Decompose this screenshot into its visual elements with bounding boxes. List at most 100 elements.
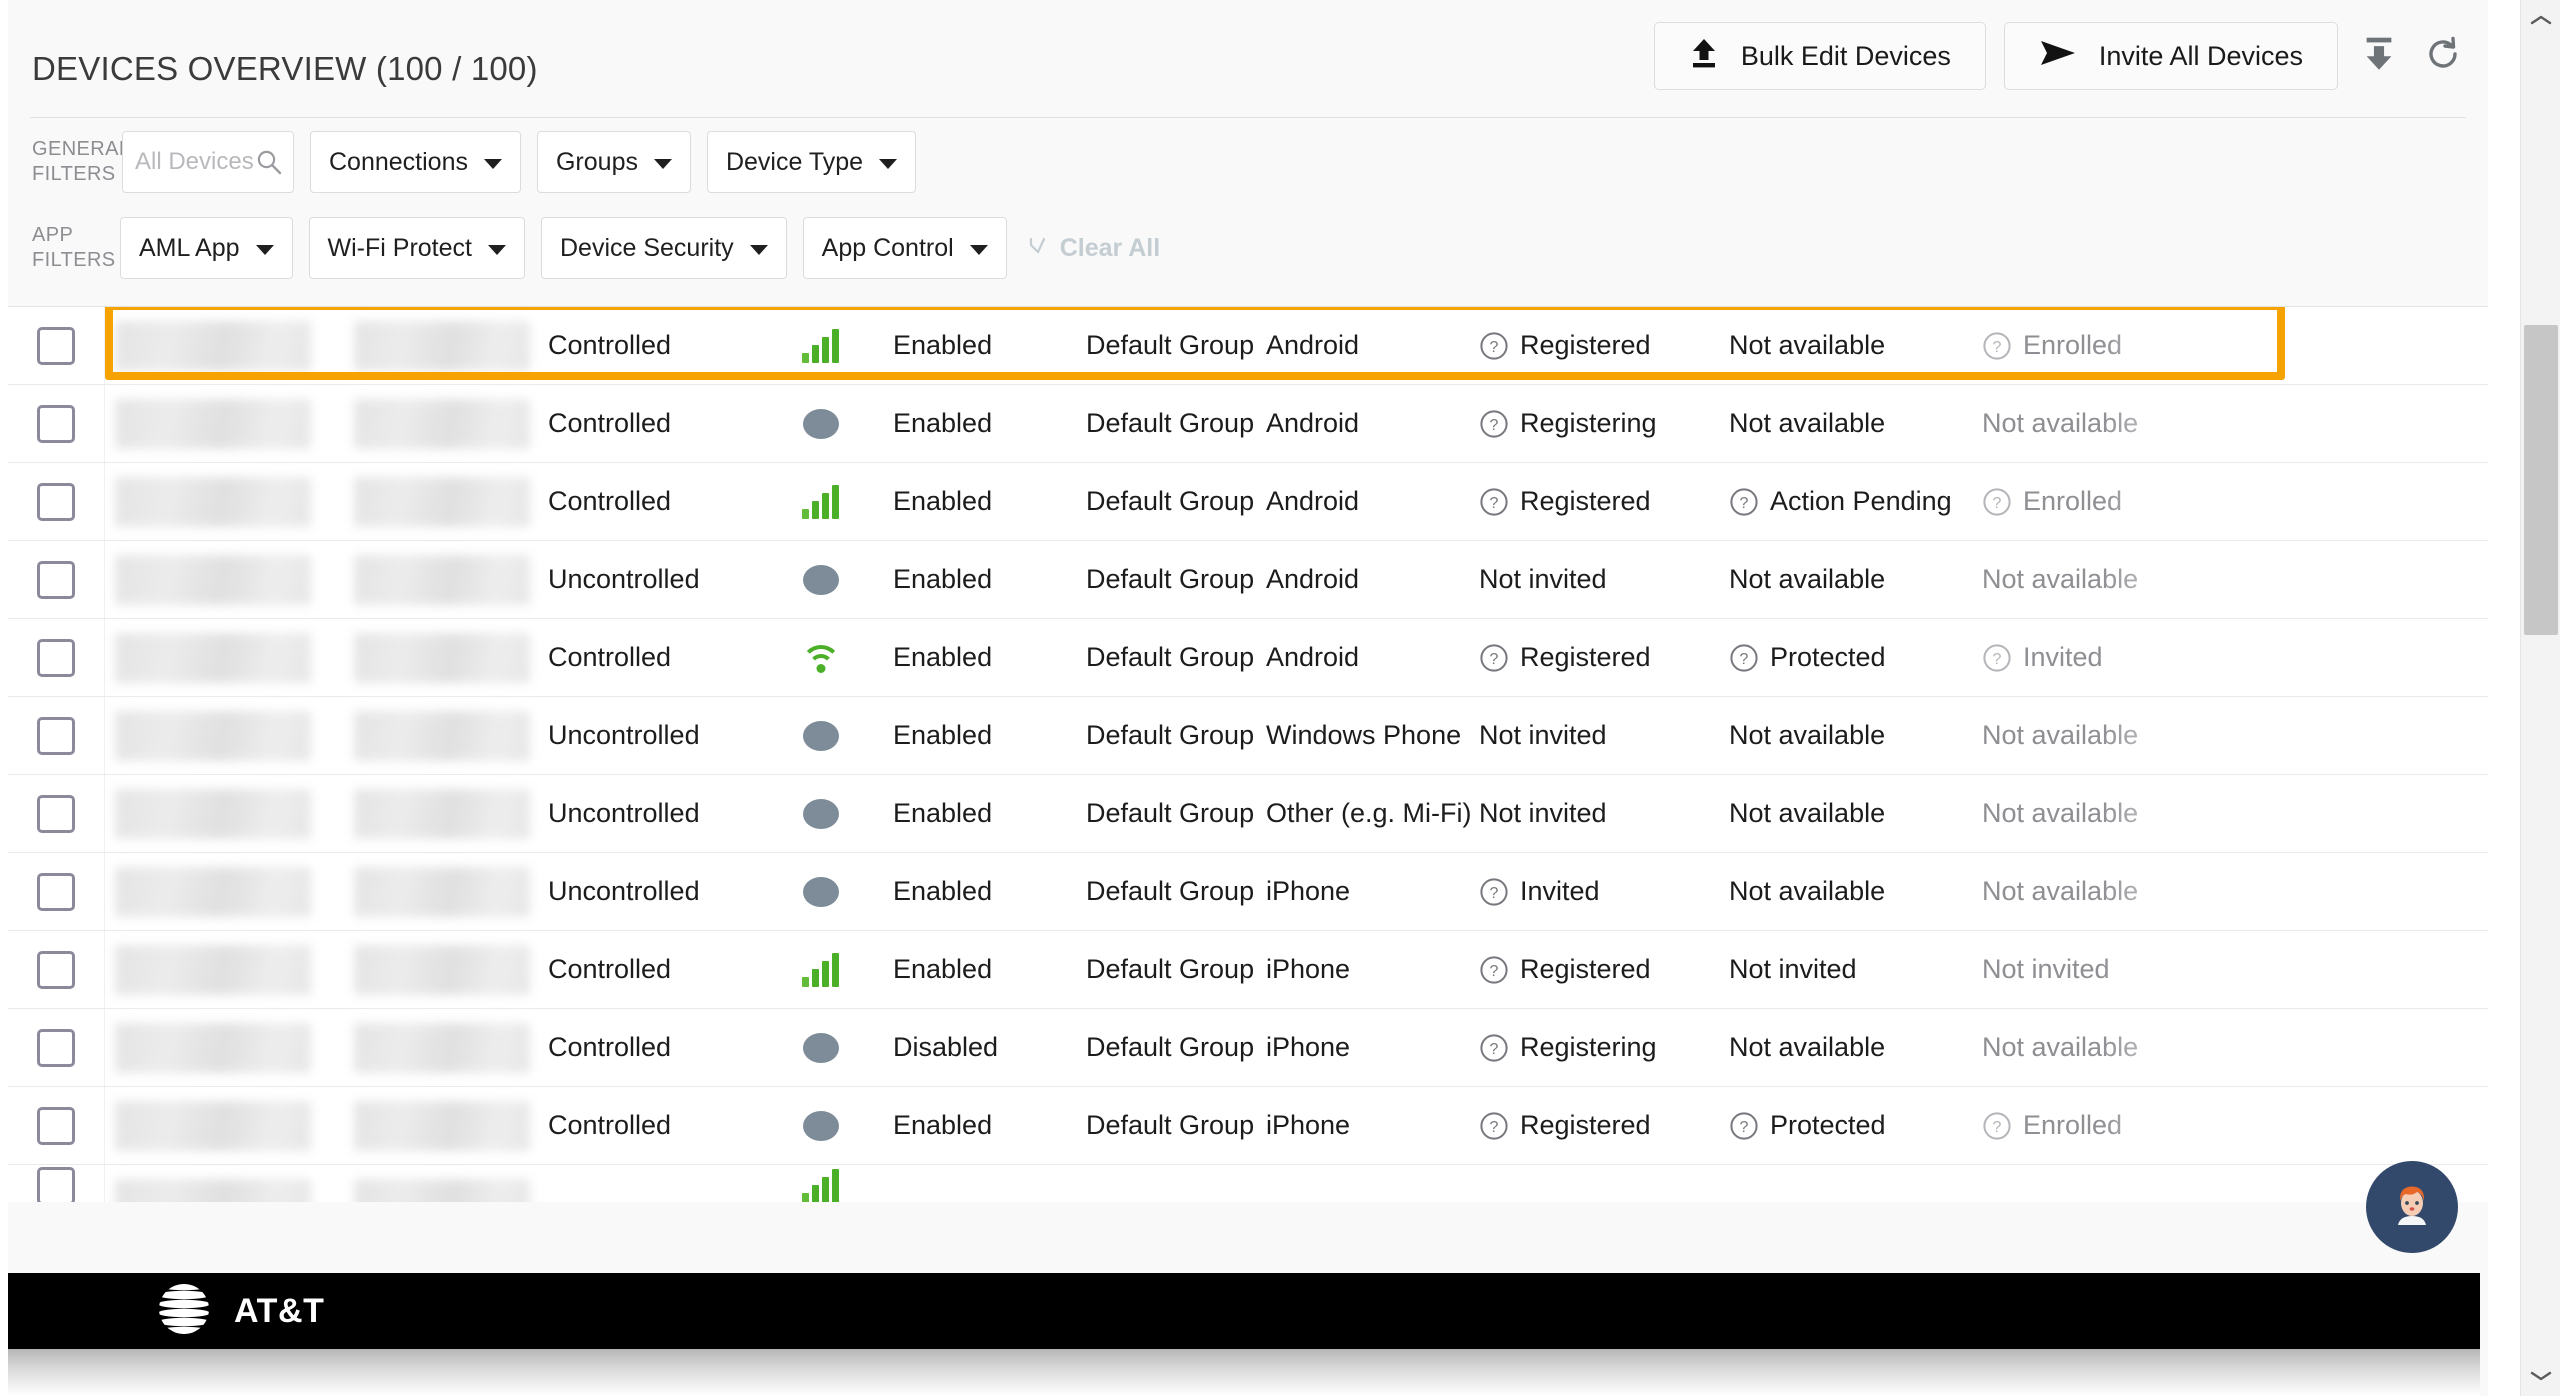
search-input[interactable] <box>135 148 263 176</box>
help-circle-icon[interactable]: ? <box>1982 1111 2012 1141</box>
invite-all-devices-button[interactable]: Invite All Devices <box>2003 22 2338 90</box>
table-row[interactable]: Controlled Enabled Default Group Android ? Re… <box>8 463 2488 541</box>
table-row[interactable]: Controlled Enabled Default Group iPhone ? Reg… <box>8 1087 2488 1165</box>
help-circle-icon[interactable]: ? <box>1479 1033 1509 1063</box>
app-control-cell: Enabled <box>893 642 1086 673</box>
bulk-edit-devices-button[interactable]: Bulk Edit Devices <box>1653 22 1986 90</box>
row-select-cell <box>8 1087 105 1164</box>
protection-status-value: Not available <box>1729 876 1886 906</box>
device-name-cell <box>105 1009 350 1086</box>
scroll-down-button[interactable] <box>2521 1356 2560 1396</box>
device-security-dropdown[interactable]: Device Security <box>540 217 787 279</box>
redacted-device-name <box>115 321 311 371</box>
help-circle-icon[interactable]: ? <box>1479 331 1509 361</box>
row-checkbox[interactable] <box>37 950 75 989</box>
app-filters-row: APP FILTERS AML App Wi-Fi Protect Device… <box>8 206 2488 290</box>
table-row[interactable]: Controlled Enabled Default Group Android ? Re… <box>8 385 2488 463</box>
offline-dot-icon <box>802 1110 839 1141</box>
app-control-dropdown[interactable]: App Control <box>802 217 1007 279</box>
svg-text:?: ? <box>1993 1119 2002 1136</box>
row-checkbox[interactable] <box>37 872 75 911</box>
help-circle-icon[interactable]: ? <box>1982 487 2012 517</box>
table-row[interactable] <box>8 1165 2488 1202</box>
table-row[interactable]: Uncontrolled Enabled Default Group Windows … <box>8 697 2488 775</box>
table-row[interactable]: Uncontrolled Enabled Default Group iPhone ? I… <box>8 853 2488 931</box>
device-number-cell <box>350 853 548 930</box>
help-circle-icon[interactable]: ? <box>1479 487 1509 517</box>
svg-text:?: ? <box>1490 1041 1499 1058</box>
table-row[interactable]: Controlled Disabled Default Group iPhone ? Re… <box>8 1009 2488 1087</box>
vertical-scrollbar[interactable] <box>2520 0 2560 1396</box>
row-checkbox[interactable] <box>37 794 75 833</box>
registration-status-cell: Not invited <box>1479 720 1729 751</box>
row-checkbox[interactable] <box>37 326 75 365</box>
app-control-value: Disabled <box>893 1032 999 1062</box>
table-row[interactable]: Controlled Enabled Default Group Android ? Re… <box>8 619 2488 697</box>
help-circle-icon[interactable]: ? <box>1479 877 1509 907</box>
enrollment-status-value: Not available <box>1982 876 2139 906</box>
row-checkbox[interactable] <box>37 1106 75 1145</box>
device-type-value: Windows Phone <box>1266 720 1462 750</box>
wifi-protect-dropdown[interactable]: Wi-Fi Protect <box>308 217 525 279</box>
help-circle-icon[interactable]: ? <box>1479 643 1509 673</box>
scrollbar-thumb[interactable] <box>2524 325 2558 635</box>
protection-status-cell: Not available <box>1729 564 1982 595</box>
help-circle-icon[interactable]: ? <box>1982 643 2012 673</box>
enrollment-status-value: Not available <box>1982 798 2139 828</box>
registration-status-cell: ? Invited <box>1479 876 1729 907</box>
protection-status-cell: Not available <box>1729 330 1982 361</box>
connections-dropdown[interactable]: Connections <box>310 131 521 193</box>
scroll-up-button[interactable] <box>2521 0 2560 40</box>
control-status-value: Controlled <box>548 486 672 516</box>
enrollment-status-value: ? Enrolled <box>1982 1110 2242 1141</box>
help-circle-icon[interactable]: ? <box>1982 331 2012 361</box>
general-filters-label: GENERAL FILTERS <box>32 137 130 187</box>
table-row[interactable]: Controlled Enabled Default Group iPhone ? Reg… <box>8 931 2488 1009</box>
control-status-cell: Controlled <box>548 1032 748 1063</box>
table-row[interactable]: Uncontrolled Enabled Default Group Other (e… <box>8 775 2488 853</box>
help-circle-icon[interactable]: ? <box>1729 643 1759 673</box>
registration-status-value: ? Registering <box>1479 408 1729 439</box>
group-value: Default Group <box>1086 798 1255 828</box>
row-select-cell <box>8 541 105 618</box>
control-status-cell: Controlled <box>548 486 748 517</box>
row-checkbox[interactable] <box>37 716 75 755</box>
connection-status-cell <box>748 328 893 363</box>
help-circle-icon[interactable]: ? <box>1729 487 1759 517</box>
att-logo: AT&T <box>156 1281 325 1342</box>
row-checkbox[interactable] <box>37 638 75 677</box>
help-circle-icon[interactable]: ? <box>1479 955 1509 985</box>
search-box[interactable] <box>122 131 294 193</box>
enrollment-status-value: Not available <box>1982 564 2139 594</box>
groups-dropdown[interactable]: Groups <box>536 131 691 193</box>
row-checkbox[interactable] <box>37 404 75 443</box>
device-type-cell: Android <box>1266 330 1479 361</box>
device-number-cell <box>350 775 548 852</box>
aml-app-dropdown[interactable]: AML App <box>120 217 293 279</box>
row-checkbox[interactable] <box>37 560 75 599</box>
row-checkbox[interactable] <box>37 482 75 521</box>
device-name-cell <box>105 541 350 618</box>
chevron-down-icon <box>255 245 274 255</box>
group-value: Default Group <box>1086 408 1255 438</box>
row-checkbox[interactable] <box>37 1167 75 1202</box>
offline-dot-icon <box>802 876 839 907</box>
download-button[interactable] <box>2356 33 2402 79</box>
enrollment-status-cell: ? Enrolled <box>1982 1110 2242 1141</box>
help-circle-icon[interactable]: ? <box>1479 409 1509 439</box>
redacted-device-name <box>115 711 311 761</box>
help-circle-icon[interactable]: ? <box>1479 1111 1509 1141</box>
row-checkbox[interactable] <box>37 1028 75 1067</box>
clear-all-button[interactable]: Clear All <box>1029 234 1160 263</box>
chat-assistant-button[interactable] <box>2366 1161 2458 1253</box>
app-control-value: Enabled <box>893 642 993 672</box>
help-circle-icon[interactable]: ? <box>1729 1111 1759 1141</box>
enrollment-status-value: ? Enrolled <box>1982 486 2242 517</box>
table-row[interactable]: Uncontrolled Enabled Default Group Android N… <box>8 541 2488 619</box>
refresh-button[interactable] <box>2420 33 2466 79</box>
redacted-device-number <box>354 867 530 917</box>
device-type-dropdown[interactable]: Device Type <box>706 131 917 193</box>
chevron-down-icon <box>749 245 768 255</box>
app-control-value: Enabled <box>893 954 993 984</box>
table-row[interactable]: Controlled Enabled Default Group Android ? Re… <box>8 307 2488 385</box>
